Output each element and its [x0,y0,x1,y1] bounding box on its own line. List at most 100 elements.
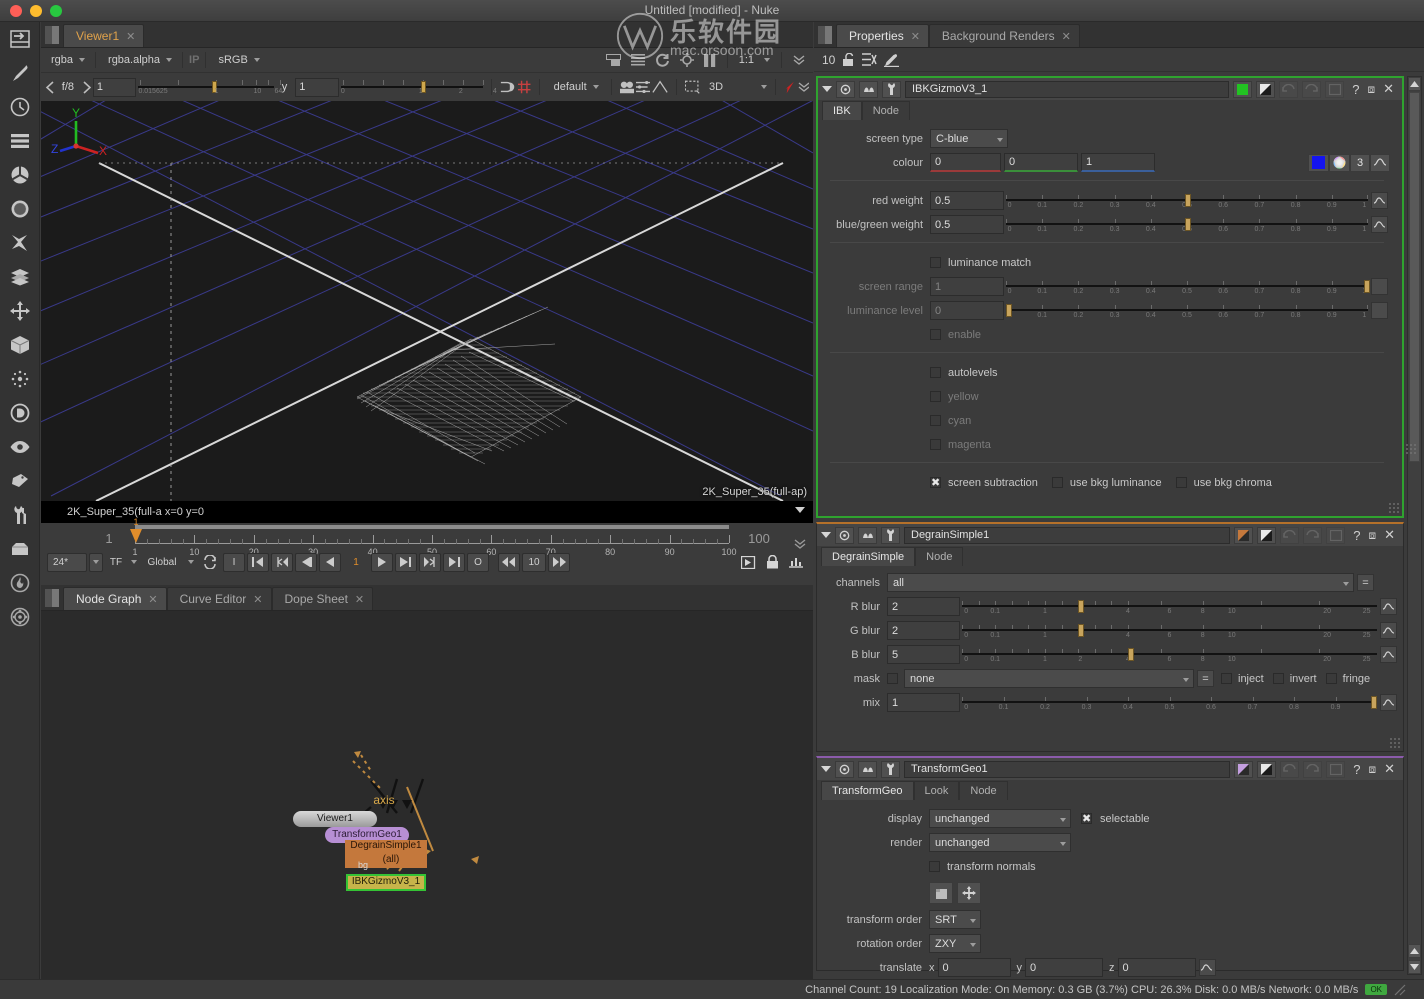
animation-icon[interactable] [1370,153,1390,172]
frame-mode-selector[interactable]: TF [105,553,127,572]
lock-range-icon[interactable] [761,553,783,572]
equals-icon[interactable]: = [1197,670,1214,687]
3d-icon[interactable] [0,328,40,362]
magenta-checkbox[interactable] [930,439,941,450]
mask-icon[interactable] [858,760,877,778]
node-name-field[interactable]: DegrainSimple1 [904,526,1231,544]
scrollbar-thumb[interactable] [1405,92,1420,462]
colour-swatch[interactable] [1308,153,1329,172]
gamma-input[interactable]: 1 [295,77,339,97]
node-color-swatch[interactable] [1234,526,1254,544]
knob-cyan[interactable]: cyan [818,410,1396,431]
refresh-icon[interactable] [655,53,670,68]
other-icon[interactable] [0,532,40,566]
g-blur-input[interactable]: 2 [887,621,960,640]
import-icon[interactable] [0,22,40,56]
wrench-icon[interactable] [881,760,900,778]
flipbook-icon[interactable] [785,553,807,572]
chevron-down-icon[interactable] [1183,678,1189,682]
channels-dropdown[interactable]: all [887,573,1354,592]
autolevels-checkbox[interactable] [930,367,941,378]
step-forward-button[interactable] [395,552,417,572]
panel-grip-icon[interactable] [45,589,59,607]
mask-toggle-icon[interactable] [1256,80,1276,98]
wipe-icon[interactable] [500,80,516,94]
mask-enable-checkbox[interactable] [887,673,898,684]
sync-caret-icon[interactable] [185,553,197,572]
float-panel-icon[interactable]: ⧈ [1368,528,1376,543]
display-dropdown[interactable]: unchanged [929,809,1071,828]
chevron-down-icon[interactable] [592,85,599,89]
knob-luminance-match[interactable]: luminance match [818,252,1396,273]
g-blur-slider[interactable]: 0 0.1 1 2 4 6 8 10 20 25 [962,621,1377,641]
deep-icon[interactable] [0,396,40,430]
colorspace-selector[interactable]: sRGB [212,51,263,69]
knob-colour[interactable]: colour 0 0 1 3 [818,152,1396,173]
next-keyframe-button[interactable] [419,552,441,572]
tab-node-graph[interactable]: Node Graph ✕ [63,587,167,610]
prev-keyframe-button[interactable] [271,552,293,572]
properties-toolbar[interactable]: 10 [814,48,1424,72]
animation-icon[interactable] [1371,192,1388,209]
tab-properties[interactable]: Properties ✕ [836,24,929,47]
mask-icon[interactable] [858,526,877,544]
viewer-toolbar-bottom[interactable]: f/8 1 0.015625 1 10 64 y 1 0 1 2 4 defau… [41,73,813,101]
edit-icon[interactable] [884,53,900,67]
animation-icon[interactable] [1380,622,1397,639]
screen-range-slider[interactable]: 0 0.1 0.2 0.3 0.4 0.5 0.6 0.7 0.8 0.9 1 [1006,277,1371,297]
close-icon[interactable]: ✕ [126,30,135,43]
filter-icon[interactable] [0,192,40,226]
layers-icon[interactable] [635,80,651,94]
set-out-point-button[interactable]: O [467,552,489,572]
close-icon[interactable]: ✕ [253,593,262,606]
blue-green-weight-slider[interactable]: 0 0.1 0.2 0.3 0.4 0.5 0.6 0.7 0.8 0.9 1 [1006,215,1368,235]
fps-selector[interactable]: 24* [47,552,87,572]
plugins-icon[interactable] [0,600,40,634]
disable-node-icon[interactable] [836,80,855,98]
ip-toggle[interactable]: IP [189,54,199,66]
luminance-level-input[interactable]: 0 [930,301,1004,320]
timeline-out-frame[interactable]: 100 [735,527,783,549]
undo-icon[interactable] [1279,80,1299,98]
knob-screen-subtraction-row[interactable]: screen subtraction use bkg luminance use… [818,472,1396,493]
animation-icon[interactable] [1380,694,1397,711]
knob-mask[interactable]: mask none = inject invert fringe [817,668,1397,689]
yellow-checkbox[interactable] [930,391,941,402]
float-panel-icon[interactable]: ⧈ [1367,82,1375,97]
expand-more-icon[interactable] [793,54,805,66]
lightning-icon[interactable] [784,80,796,95]
resize-grip-icon[interactable] [1394,984,1406,996]
knob-channels[interactable]: channels all = [817,572,1397,593]
b-blur-slider[interactable]: 0 0.1 1 2 4 6 8 10 20 25 [962,645,1377,665]
gamma-slider[interactable]: 0 1 2 4 [340,77,497,97]
frame-increment-input[interactable]: 10 [522,552,546,572]
close-icon[interactable]: ✕ [1379,81,1398,97]
properties-scrollbar[interactable] [1405,76,1422,975]
panel-header[interactable]: DegrainSimple1 ? ⧈ ✕ [817,524,1403,546]
node-ibkgizmov3-1[interactable]: IBKGizmoV3_1 [346,874,426,891]
revert-icon[interactable] [1325,80,1345,98]
close-icon[interactable]: ✕ [911,30,920,43]
chevron-down-icon[interactable] [1060,842,1066,846]
tab-transformgeo[interactable]: TransformGeo [821,781,914,800]
node-panel-transformgeo[interactable]: TransformGeo1 ? ⧈ ✕ TransformGeo Look No… [816,756,1404,977]
mix-input[interactable]: 1 [887,693,960,712]
last-frame-button[interactable] [443,552,465,572]
current-frame-display[interactable]: 1 [343,553,369,572]
colour-g-input[interactable]: 0 [1004,153,1078,172]
time-icon[interactable] [0,90,40,124]
step-backward-button[interactable] [319,552,341,572]
chevron-down-icon[interactable] [764,58,770,62]
knob-rotation-order[interactable]: rotation order ZXY [817,933,1397,954]
knob-g-blur[interactable]: G blur 2 0 0.1 1 2 4 6 8 10 [817,620,1397,641]
screen-subtraction-checkbox[interactable] [930,476,941,489]
mask-toggle-icon[interactable] [1257,760,1277,778]
panel-header[interactable]: IBKGizmoV3_1 ? ⧈ ✕ [818,78,1402,100]
gain-slider[interactable]: 0.015625 1 10 64 [138,77,282,97]
next-stop-icon[interactable] [81,80,91,94]
transform-normals-checkbox[interactable] [929,861,940,872]
red-weight-input[interactable]: 0.5 [930,191,1004,210]
rotation-order-dropdown[interactable]: ZXY [929,934,981,953]
playback-render-icon[interactable] [737,553,759,572]
close-icon[interactable]: ✕ [1380,761,1399,777]
